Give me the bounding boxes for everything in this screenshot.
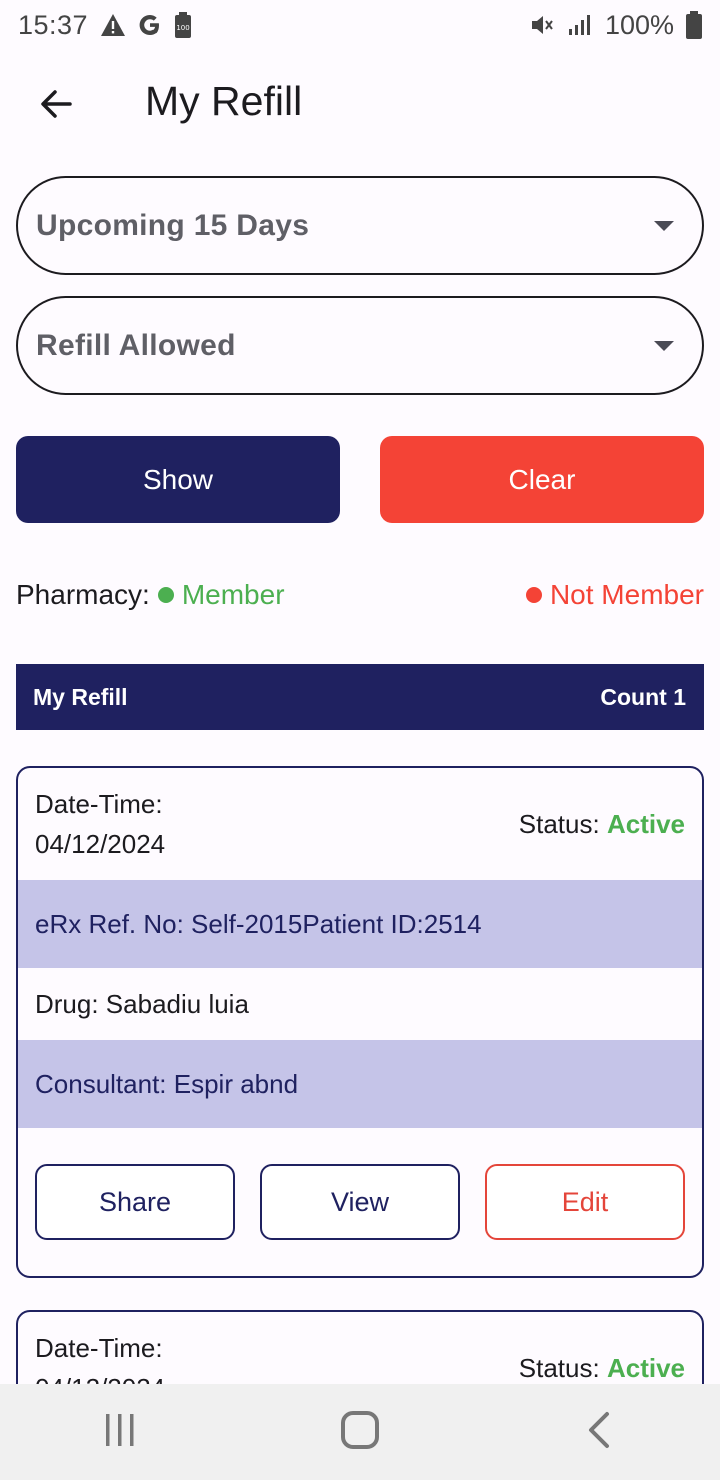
view-button[interactable]: View	[260, 1164, 460, 1240]
back-button[interactable]	[28, 78, 84, 134]
home-button[interactable]	[300, 1384, 420, 1480]
arrow-left-icon	[38, 86, 74, 127]
card-header: Date-Time: 04/12/2024 Status: Active	[18, 768, 702, 880]
member-dot-icon	[157, 587, 174, 603]
pharmacy-legend: Pharmacy: Member Not Member	[16, 574, 704, 616]
legend-left: Pharmacy: Member	[16, 579, 285, 611]
list-header: My Refill Count 1	[16, 664, 704, 730]
status-right: 100%	[529, 10, 702, 41]
nav-back-button[interactable]	[540, 1384, 660, 1480]
date-time: Date-Time: 04/12/2024	[35, 784, 165, 864]
date-time-label: Date-Time:	[35, 789, 163, 819]
status: Status: Active	[519, 1348, 685, 1388]
drug-row: Drug: Sabadiu luia	[35, 988, 249, 1019]
page-title: My Refill	[145, 78, 303, 124]
battery-percentage: 100%	[604, 9, 674, 40]
period-dropdown[interactable]: Upcoming 15 Days	[16, 176, 704, 275]
show-button[interactable]: Show	[16, 436, 340, 523]
battery-icon	[686, 11, 702, 39]
system-nav-bar	[0, 1384, 720, 1480]
status-bar: 15:37 100 100%	[0, 0, 720, 50]
home-icon	[340, 1410, 380, 1455]
clear-button[interactable]: Clear	[380, 436, 704, 523]
list-header-title: My Refill	[33, 683, 128, 710]
period-dropdown-value: Upcoming 15 Days	[36, 208, 310, 242]
list-header-count: Count 1	[600, 683, 686, 710]
erx-row: eRx Ref. No: Self-2015Patient ID:2514	[18, 880, 702, 968]
date-time-label: Date-Time:	[35, 1333, 163, 1363]
status-label: Status:	[518, 809, 600, 839]
chevron-down-icon	[654, 340, 674, 351]
svg-text:100: 100	[176, 24, 189, 32]
refill-card: Date-Time: 04/12/2024 Status: Active eRx…	[16, 766, 704, 1278]
alert-icon	[100, 13, 126, 37]
google-icon	[138, 13, 162, 37]
status-left: 15:37 100	[18, 10, 192, 41]
not-member-dot-icon	[525, 587, 542, 603]
date-time-value: 04/12/2024	[35, 829, 166, 859]
consultant-row: Consultant: Espir abnd	[18, 1040, 702, 1128]
legend-member: Member	[181, 579, 285, 610]
card-actions: Share View Edit	[18, 1128, 702, 1276]
mute-icon	[529, 12, 555, 38]
refill-type-dropdown-value: Refill Allowed	[36, 328, 236, 362]
back-icon	[585, 1410, 615, 1455]
status-label: Status:	[518, 1353, 600, 1383]
legend-label: Pharmacy:	[16, 579, 150, 610]
refill-type-dropdown[interactable]: Refill Allowed	[16, 296, 704, 395]
battery-saver-icon: 100	[174, 12, 192, 38]
share-button[interactable]: Share	[35, 1164, 235, 1240]
legend-not-member: Not Member	[549, 579, 704, 610]
status-value: Active	[606, 1353, 685, 1383]
legend-right: Not Member	[518, 579, 704, 611]
recent-apps-button[interactable]	[60, 1384, 180, 1480]
status: Status: Active	[519, 804, 685, 844]
app-bar: My Refill	[0, 60, 720, 148]
edit-button[interactable]: Edit	[485, 1164, 685, 1240]
signal-icon	[567, 13, 593, 37]
status-value: Active	[606, 809, 685, 839]
recent-apps-icon	[102, 1412, 138, 1453]
status-time: 15:37	[18, 9, 89, 40]
chevron-down-icon	[654, 220, 674, 231]
